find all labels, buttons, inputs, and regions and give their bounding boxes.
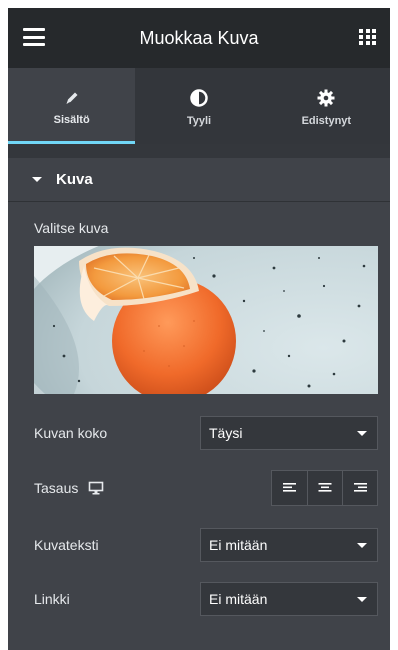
section-title: Kuva: [56, 171, 93, 188]
panel-tabs: Sisältö Tyyli Edistynyt: [8, 68, 390, 144]
alignment-label-wrap: Tasaus: [34, 480, 104, 496]
image-size-select[interactable]: Täysi: [200, 416, 378, 450]
link-label: Linkki: [34, 591, 70, 607]
alignment-button-group: [271, 470, 378, 506]
section-body: Valitse kuva Kuvan koko Täysi Tasaus Kuv…: [8, 202, 390, 616]
alignment-row: Tasaus: [34, 470, 378, 506]
choose-image-label: Valitse kuva: [34, 220, 109, 236]
section-header-image[interactable]: Kuva: [8, 158, 390, 202]
caption-select[interactable]: Ei mitään: [200, 528, 378, 562]
hamburger-menu-icon[interactable]: [23, 28, 45, 46]
image-size-row: Kuvan koko Täysi: [34, 416, 378, 450]
align-right-button[interactable]: [342, 471, 377, 505]
tab-style-label: Tyyli: [186, 115, 212, 127]
alignment-label: Tasaus: [34, 480, 79, 496]
image-preview-photo: [34, 246, 378, 394]
gear-icon: [317, 89, 335, 107]
image-preview[interactable]: [34, 246, 378, 394]
half-circle-icon: [190, 89, 208, 107]
caption-label: Kuvateksti: [34, 537, 99, 553]
align-left-icon: [282, 483, 296, 492]
tab-style[interactable]: Tyyli: [135, 68, 262, 144]
align-left-button[interactable]: [272, 471, 307, 505]
editor-panel: Muokkaa Kuva Sisältö Tyyli Edistynyt Kuv…: [8, 8, 390, 650]
desktop-icon[interactable]: [88, 481, 104, 495]
tab-content-label: Sisältö: [53, 114, 90, 126]
caret-down-icon: [32, 177, 42, 182]
tab-advanced-label: Edistynyt: [301, 115, 352, 127]
widgets-grid-icon[interactable]: [359, 29, 376, 46]
section-spacer: [8, 144, 390, 158]
link-row: Linkki Ei mitään: [34, 582, 378, 616]
align-center-icon: [318, 483, 332, 492]
align-right-icon: [354, 483, 367, 492]
pencil-icon: [66, 92, 78, 104]
link-select[interactable]: Ei mitään: [200, 582, 378, 616]
panel-header: Muokkaa Kuva: [8, 8, 390, 68]
tab-content[interactable]: Sisältö: [8, 68, 136, 144]
panel-title: Muokkaa Kuva: [139, 27, 259, 48]
caption-row: Kuvateksti Ei mitään: [34, 528, 378, 562]
align-center-button[interactable]: [307, 471, 342, 505]
image-size-label: Kuvan koko: [34, 425, 108, 441]
tab-advanced[interactable]: Edistynyt: [263, 68, 390, 144]
